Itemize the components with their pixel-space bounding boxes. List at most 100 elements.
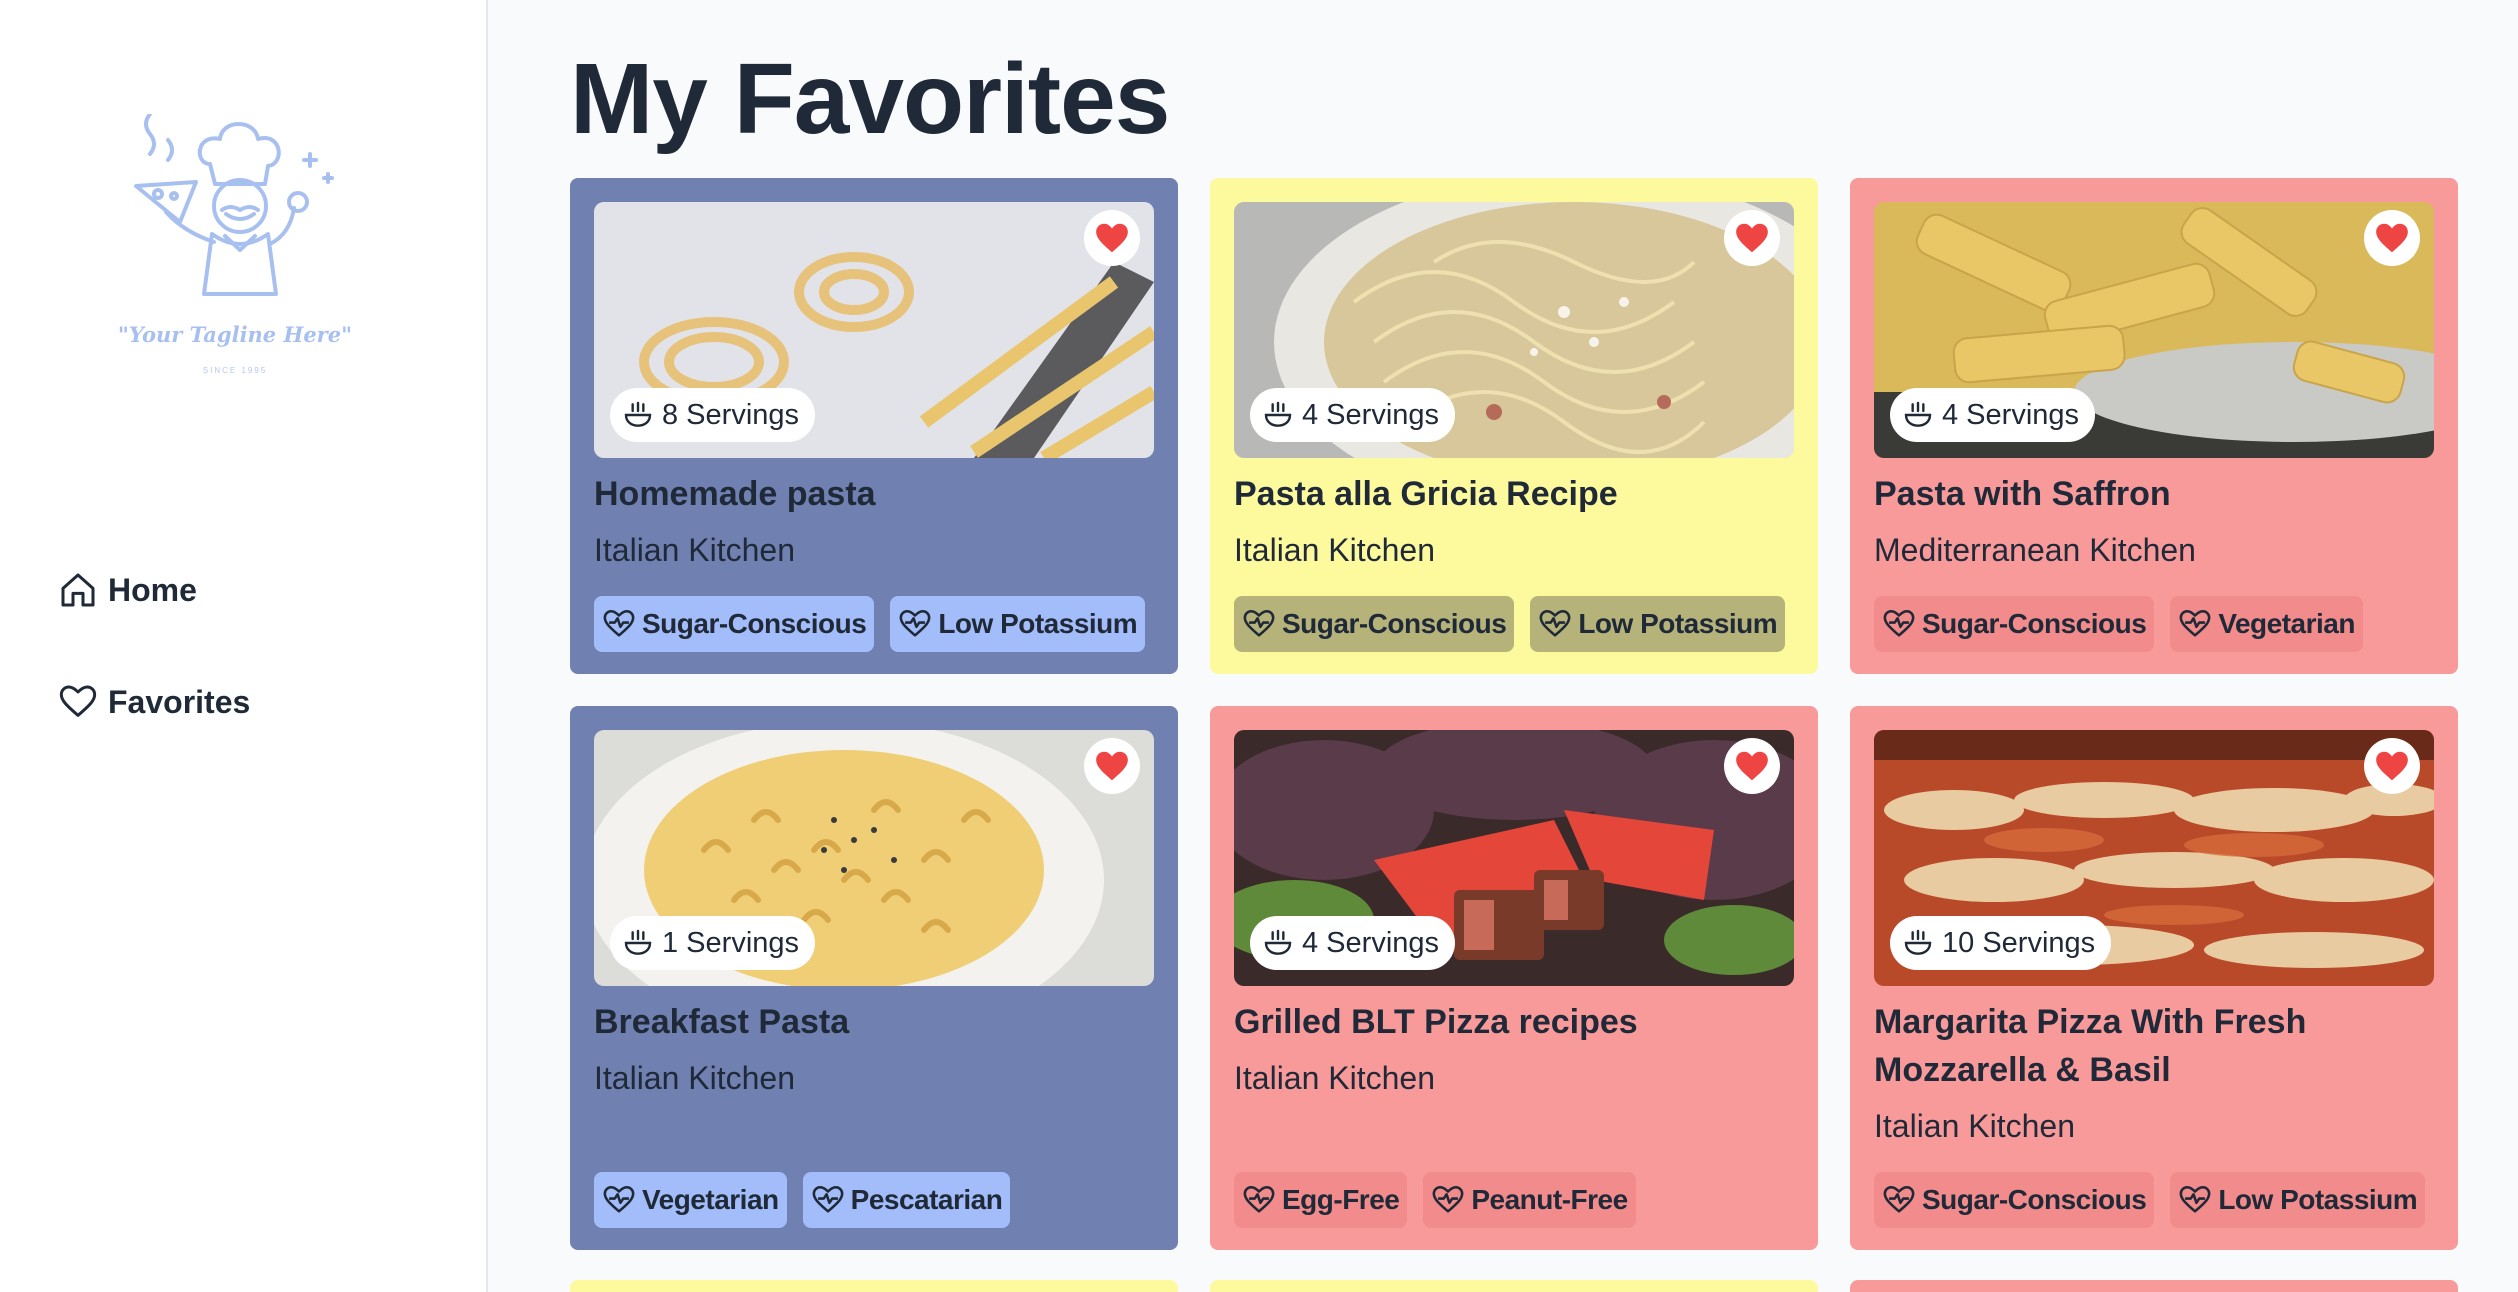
servings-text: 1 Servings (662, 926, 800, 959)
bowl-icon (624, 929, 652, 955)
servings-text: 4 Servings (1302, 926, 1440, 959)
servings-text: 4 Servings (1942, 398, 2080, 431)
servings-badge: 4 Servings (1250, 388, 1456, 442)
recipe-card[interactable]: 10 Servings Margarita Pizza With Fresh M… (1850, 706, 2458, 1250)
tag-label: Peanut-Free (1471, 1184, 1628, 1215)
servings-badge: 10 Servings (1890, 916, 2112, 970)
tag: Sugar-Conscious (594, 596, 875, 652)
recipe-card-peek[interactable] (1210, 1280, 1818, 1292)
heart-pulse-icon (1539, 609, 1571, 637)
heart-pulse-icon (2179, 609, 2211, 637)
recipe-image[interactable]: 4 Servings (1234, 202, 1794, 458)
tag: Pescatarian (802, 1172, 1011, 1228)
heart-pulse-icon (2179, 1185, 2211, 1213)
recipe-cuisine: Mediterranean Kitchen (1874, 532, 2196, 568)
heart-filled-icon (2376, 751, 2408, 781)
servings-text: 4 Servings (1302, 398, 1440, 431)
bowl-icon (1264, 929, 1292, 955)
heart-pulse-icon (1883, 609, 1915, 637)
tag: Vegetarian (594, 1172, 787, 1228)
favorite-button[interactable] (2364, 738, 2420, 794)
tag: Sugar-Conscious (1874, 1172, 2155, 1228)
chef-mascot-icon (134, 112, 334, 296)
tag-label: Sugar-Conscious (642, 608, 867, 639)
tag: Vegetarian (2170, 596, 2363, 652)
tag-list: Vegetarian Pescatarian (594, 1172, 1011, 1228)
heart-pulse-icon (1432, 1185, 1464, 1213)
recipe-title[interactable]: Margarita Pizza With Fresh Mozzarella & … (1874, 998, 2434, 1094)
brand-logo[interactable]: "Your Tagline Here" SINCE 1995 (110, 112, 360, 384)
tag-list: Egg-Free Peanut-Free (1234, 1172, 1636, 1228)
tag-list: Sugar-Conscious Vegetarian (1874, 596, 2363, 652)
heart-filled-icon (1096, 223, 1128, 253)
nav-item-home[interactable]: Home (58, 570, 197, 610)
bowl-icon (1904, 929, 1932, 955)
servings-badge: 4 Servings (1250, 916, 1456, 970)
tag: Low Potassium (2170, 1172, 2426, 1228)
recipe-card[interactable]: 4 Servings Pasta alla Gricia Recipe Ital… (1210, 178, 1818, 674)
heart-pulse-icon (1243, 1185, 1275, 1213)
servings-badge: 1 Servings (610, 916, 816, 970)
recipe-cuisine: Italian Kitchen (1234, 532, 1436, 568)
heart-filled-icon (2376, 223, 2408, 253)
recipe-image[interactable]: 4 Servings (1234, 730, 1794, 986)
heart-pulse-icon (1243, 609, 1275, 637)
nav-item-favorites[interactable]: Favorites (58, 682, 250, 722)
recipe-title[interactable]: Pasta with Saffron (1874, 470, 2434, 518)
recipe-image[interactable]: 8 Servings (594, 202, 1154, 458)
favorite-button[interactable] (1084, 738, 1140, 794)
tag-label: Low Potassium (2218, 1184, 2418, 1215)
recipe-image[interactable]: 1 Servings (594, 730, 1154, 986)
tag-label: Egg-Free (1282, 1184, 1400, 1215)
tag-label: Sugar-Conscious (1922, 1184, 2147, 1215)
tag-label: Sugar-Conscious (1922, 608, 2147, 639)
recipe-card[interactable]: 8 Servings Homemade pasta Italian Kitche… (570, 178, 1178, 674)
tag-label: Pescatarian (850, 1184, 1003, 1215)
nav-item-label: Favorites (108, 683, 251, 720)
favorite-button[interactable] (1084, 210, 1140, 266)
tag-label: Low Potassium (1578, 608, 1778, 639)
heart-outline-icon (59, 685, 97, 717)
recipe-cuisine: Italian Kitchen (594, 532, 796, 568)
recipe-image[interactable]: 4 Servings (1874, 202, 2434, 458)
tag: Egg-Free (1234, 1172, 1408, 1228)
recipe-title[interactable]: Pasta alla Gricia Recipe (1234, 470, 1794, 518)
recipe-image[interactable]: 10 Servings (1874, 730, 2434, 986)
tag: Low Potassium (890, 596, 1146, 652)
bowl-icon (1904, 401, 1932, 427)
favorite-button[interactable] (1724, 210, 1780, 266)
tag: Peanut-Free (1423, 1172, 1636, 1228)
recipe-card[interactable]: 4 Servings Pasta with Saffron Mediterran… (1850, 178, 2458, 674)
tag: Sugar-Conscious (1874, 596, 2155, 652)
heart-pulse-icon (1883, 1185, 1915, 1213)
tag-list: Sugar-Conscious Low Potassium (594, 596, 1146, 652)
servings-badge: 4 Servings (1890, 388, 2096, 442)
page-title: My Favorites (570, 43, 1170, 155)
servings-text: 8 Servings (662, 398, 800, 431)
tag: Sugar-Conscious (1234, 596, 1515, 652)
tag-label: Sugar-Conscious (1282, 608, 1507, 639)
logo-since: SINCE 1995 (202, 366, 268, 375)
favorite-button[interactable] (2364, 210, 2420, 266)
recipe-card-peek[interactable] (570, 1280, 1178, 1292)
favorite-button[interactable] (1724, 738, 1780, 794)
heart-filled-icon (1736, 751, 1768, 781)
recipe-title[interactable]: Breakfast Pasta (594, 998, 1154, 1046)
home-icon (61, 573, 95, 607)
heart-pulse-icon (812, 1185, 844, 1213)
recipe-card[interactable]: 4 Servings Grilled BLT Pizza recipes Ita… (1210, 706, 1818, 1250)
heart-filled-icon (1096, 751, 1128, 781)
recipe-title[interactable]: Homemade pasta (594, 470, 1154, 518)
recipe-card-peek[interactable] (1850, 1280, 2458, 1292)
bowl-icon (624, 401, 652, 427)
tag-label: Low Potassium (938, 608, 1138, 639)
recipe-title[interactable]: Grilled BLT Pizza recipes (1234, 998, 1794, 1046)
app-root: "Your Tagline Here" SINCE 1995 Home Favo… (0, 0, 2518, 1292)
recipe-card[interactable]: 1 Servings Breakfast Pasta Italian Kitch… (570, 706, 1178, 1250)
recipe-cuisine: Italian Kitchen (1874, 1108, 2076, 1144)
recipe-cuisine: Italian Kitchen (594, 1060, 796, 1096)
servings-text: 10 Servings (1942, 926, 2096, 959)
tag: Low Potassium (1530, 596, 1786, 652)
tag-label: Vegetarian (2218, 608, 2355, 639)
tag-list: Sugar-Conscious Low Potassium (1234, 596, 1786, 652)
